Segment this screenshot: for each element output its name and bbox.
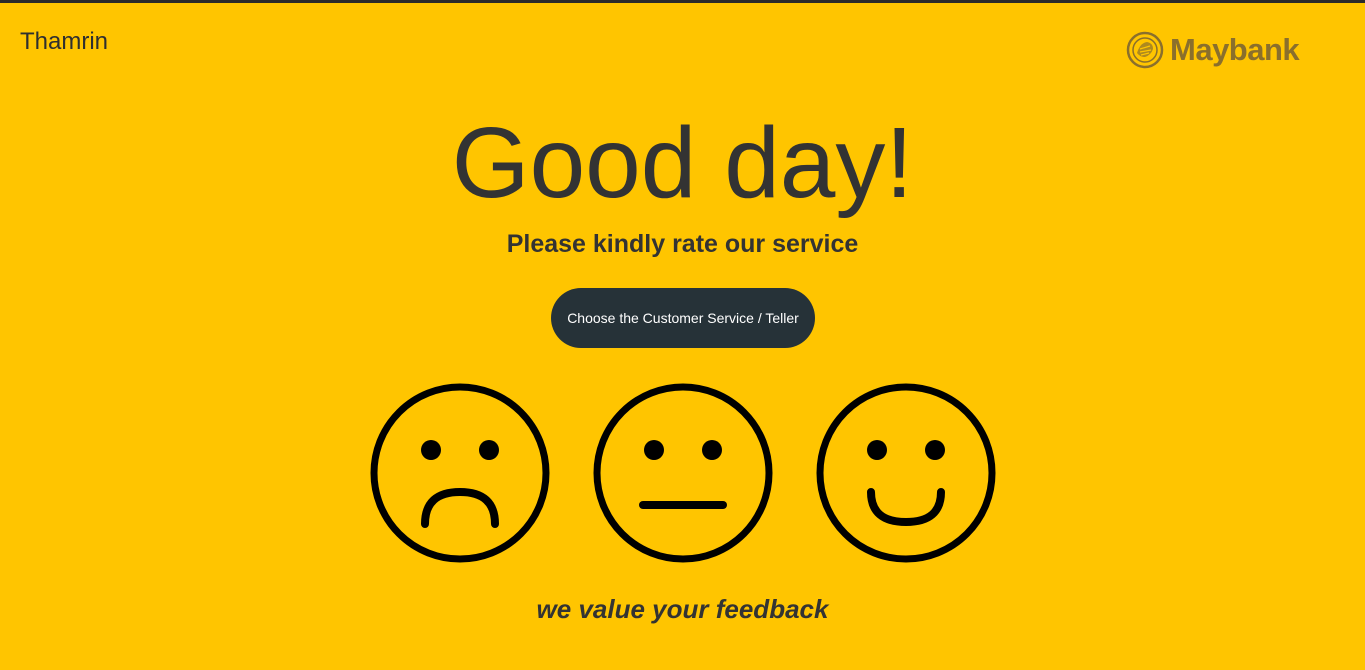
choose-teller-button[interactable]: Choose the Customer Service / Teller — [551, 288, 815, 348]
top-strip — [0, 0, 1365, 3]
branch-name: Thamrin — [20, 28, 109, 55]
rating-prompt: Please kindly rate our service — [506, 230, 859, 258]
tiger-emblem-icon — [1126, 31, 1164, 69]
logo-text: Maybank — [1170, 32, 1300, 67]
happy-face-icon[interactable] — [815, 382, 997, 564]
neutral-face-icon[interactable] — [592, 382, 774, 564]
sad-face-icon[interactable] — [369, 382, 551, 564]
feedback-tagline: we value your feedback — [536, 594, 829, 624]
rating-options — [0, 382, 1365, 564]
greeting-title: Good day! — [451, 107, 914, 219]
maybank-logo: Maybank — [1126, 31, 1300, 69]
